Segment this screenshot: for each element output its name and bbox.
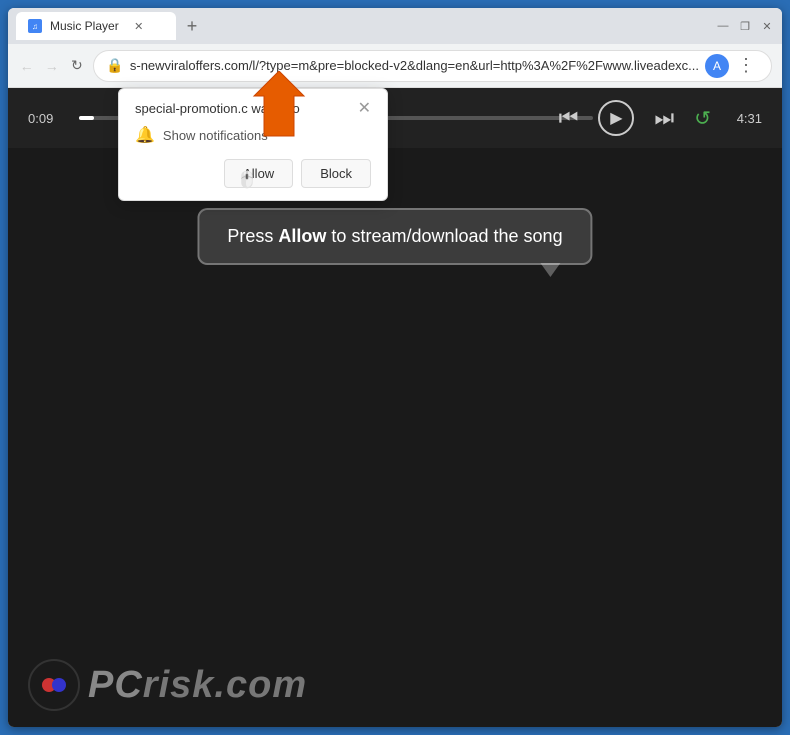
- tab-favicon: ♫: [28, 19, 42, 33]
- skip-back-button[interactable]: ⏮: [559, 105, 579, 131]
- window-controls: — ❐ ✕: [716, 19, 774, 33]
- address-bar: ← → ↻ 🔒 s-newviraloffers.com/l/?type=m&p…: [8, 44, 782, 88]
- bell-icon: 🔔: [135, 125, 155, 145]
- browser-window: ♫ Music Player ✕ + — ❐ ✕ ← → ↻ 🔒 s-newvi…: [8, 8, 782, 727]
- browser-tab[interactable]: ♫ Music Player ✕: [16, 12, 176, 40]
- total-time: 4:31: [727, 111, 762, 126]
- maximize-button[interactable]: ❐: [738, 19, 752, 33]
- skip-forward-button[interactable]: ⏭: [654, 105, 674, 131]
- play-button[interactable]: ▶: [598, 100, 634, 136]
- back-button[interactable]: ←: [18, 53, 35, 79]
- popup-close-button[interactable]: ✕: [358, 101, 371, 117]
- tab-title: Music Player: [50, 19, 119, 33]
- watermark: PCrisk.com: [28, 659, 307, 711]
- forward-button[interactable]: →: [43, 53, 60, 79]
- url-right-controls: A ⋮: [705, 54, 759, 78]
- browser-menu-button[interactable]: ⋮: [733, 55, 759, 76]
- url-text: s-newviraloffers.com/l/?type=m&pre=block…: [130, 58, 699, 73]
- song-message: Press Allow to stream/download the song: [197, 208, 592, 265]
- notification-popup: special-promotion.c wants to ✕ 🔔 Show no…: [118, 88, 388, 201]
- current-time: 0:09: [28, 111, 63, 126]
- profile-icon[interactable]: A: [705, 54, 729, 78]
- repeat-button[interactable]: ↺: [694, 106, 711, 131]
- block-button[interactable]: Block: [301, 159, 371, 188]
- content-area: 0:09 ⏮ ▶ ⏭ ↺ 4:31 Press Allow to stream/…: [8, 88, 782, 727]
- close-button[interactable]: ✕: [760, 19, 774, 33]
- refresh-button[interactable]: ↻: [68, 53, 85, 79]
- title-bar: ♫ Music Player ✕ + — ❐ ✕: [8, 8, 782, 44]
- message-bold: Allow: [278, 226, 326, 246]
- watermark-text: PCrisk.com: [88, 664, 307, 707]
- url-bar[interactable]: 🔒 s-newviraloffers.com/l/?type=m&pre=blo…: [93, 50, 772, 82]
- progress-fill: [79, 116, 94, 120]
- message-prefix: Press: [227, 226, 278, 246]
- secure-icon: 🔒: [106, 57, 123, 74]
- site-name: special-promotion.c: [135, 101, 248, 116]
- watermark-logo: [28, 659, 80, 711]
- allow-button[interactable]: Allow: [224, 159, 293, 188]
- new-tab-button[interactable]: +: [178, 12, 206, 40]
- watermark-risk: risk.com: [143, 664, 307, 706]
- minimize-button[interactable]: —: [716, 19, 730, 33]
- tab-close-button[interactable]: ✕: [131, 18, 147, 34]
- orange-arrow: [249, 71, 329, 146]
- mouse-cursor: 🖱️: [237, 170, 257, 190]
- message-suffix: to stream/download the song: [326, 226, 562, 246]
- watermark-pc: PC: [88, 664, 143, 706]
- title-bar-left: ♫ Music Player ✕ +: [16, 12, 710, 40]
